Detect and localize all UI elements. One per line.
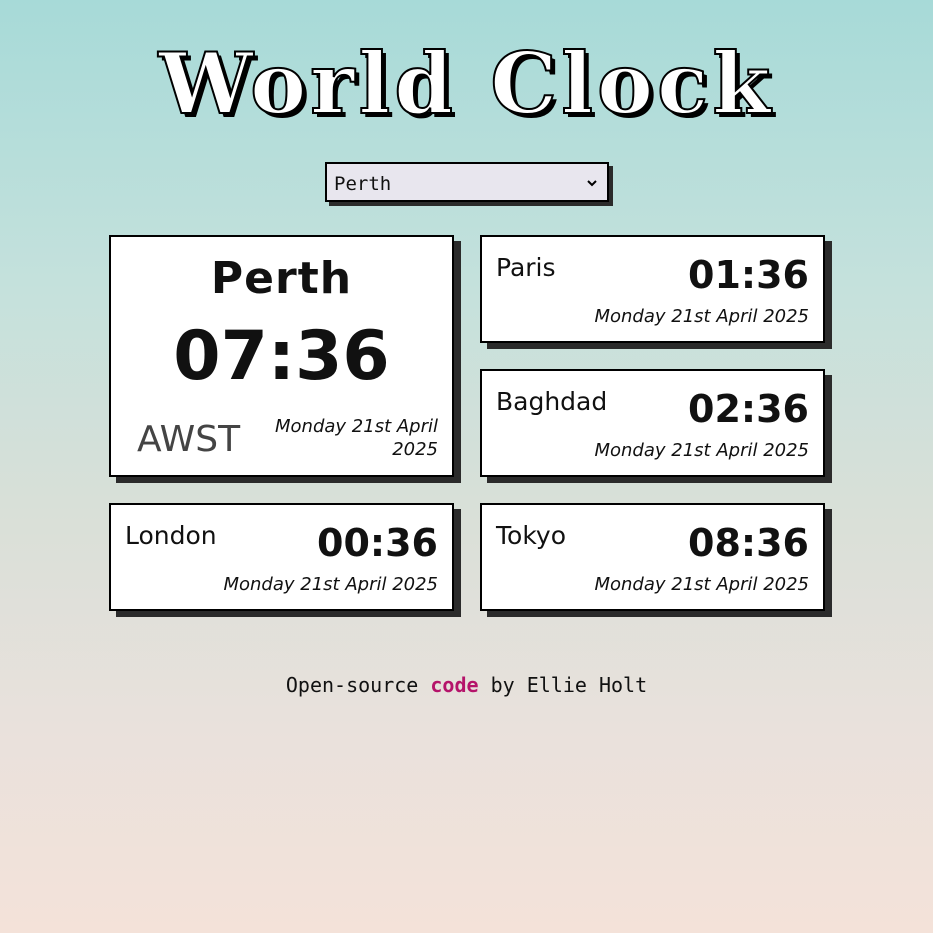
clock-time: 08:36 — [688, 521, 809, 565]
main-clock-card: Perth 07:36 AWST Monday 21st April 2025 — [109, 235, 454, 477]
clock-city: London — [125, 521, 217, 550]
footer-credit: Open-source code by Ellie Holt — [0, 672, 933, 698]
clock-time: 00:36 — [317, 521, 438, 565]
main-clock-timezone: AWST — [137, 419, 241, 460]
source-code-link[interactable]: code — [430, 673, 478, 697]
main-clock-city: Perth — [210, 253, 353, 304]
clock-city: Paris — [496, 253, 556, 282]
clock-city: Baghdad — [496, 387, 608, 416]
main-clock-date: Monday 21st April 2025 — [275, 416, 438, 460]
clock-city: Tokyo — [496, 521, 566, 550]
clock-card-london: London 00:36 Monday 21st April 2025 — [109, 503, 454, 611]
footer-prefix: Open-source — [285, 673, 419, 697]
clock-date: Monday 21st April 2025 — [594, 574, 809, 595]
clock-date: Monday 21st April 2025 — [223, 574, 438, 595]
clock-date: Monday 21st April 2025 — [594, 440, 809, 461]
page-title: World Clock — [158, 33, 775, 134]
city-select[interactable]: Perth — [325, 162, 609, 202]
clock-card-paris: Paris 01:36 Monday 21st April 2025 — [480, 235, 825, 343]
chevron-down-icon — [587, 180, 597, 187]
footer-author: by Ellie Holt — [490, 673, 648, 697]
clock-date: Monday 21st April 2025 — [594, 306, 809, 327]
clock-card-baghdad: Baghdad 02:36 Monday 21st April 2025 — [480, 369, 825, 477]
city-select-value: Perth — [334, 173, 392, 195]
clock-card-tokyo: Tokyo 08:36 Monday 21st April 2025 — [480, 503, 825, 611]
clock-time: 01:36 — [688, 253, 809, 297]
clock-time: 02:36 — [688, 387, 809, 431]
main-clock-time: 07:36 — [173, 317, 390, 396]
